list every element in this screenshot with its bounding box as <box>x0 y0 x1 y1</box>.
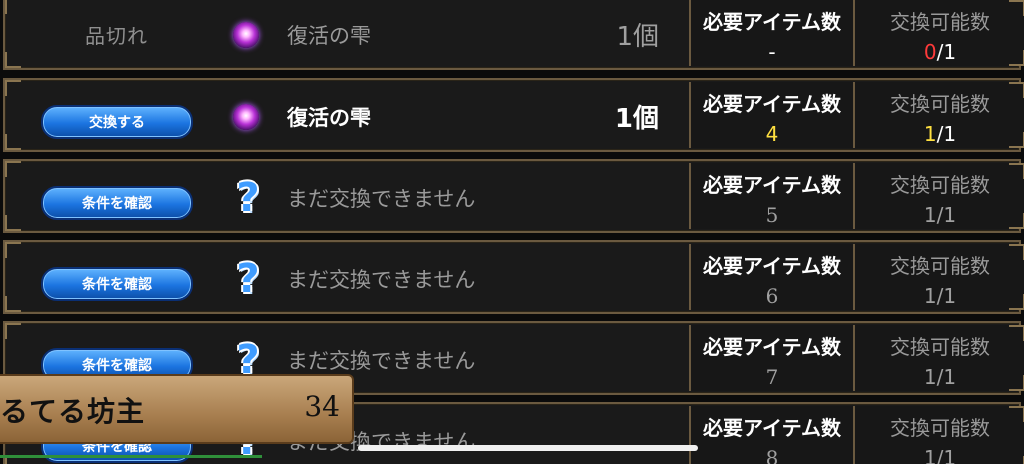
required-items-cell: 必要アイテム数 5 <box>689 163 853 229</box>
exchangeable-count-value: 1/1 <box>855 284 1024 308</box>
required-items-label: 必要アイテム数 <box>703 173 841 197</box>
exchangeable-count-cell: 交換可能数 1/1 <box>853 325 1024 391</box>
orb-icon <box>233 22 259 48</box>
row-frame: 交換する 復活の雫 1個 必要アイテム数 4 交換可能数 1/1 <box>3 78 1024 152</box>
exchange-row: 条件を確認? まだ交換できません 必要アイテム数 5 交換可能数 1/1 <box>0 157 1024 235</box>
exchangeable-total: /1 <box>936 40 957 64</box>
frame-corner <box>5 458 21 464</box>
exchangeable-count-value: 0/1 <box>855 40 1024 64</box>
frame-corner <box>5 0 21 14</box>
item-quantity: 1個 <box>614 104 659 134</box>
required-items-value: - <box>768 40 776 64</box>
exchangeable-remaining: 1 <box>923 446 937 464</box>
home-indicator[interactable] <box>358 445 698 451</box>
exchangeable-total: /1 <box>936 203 957 227</box>
exchangeable-count-cell: 交換可能数 0/1 <box>853 0 1024 66</box>
status-label: 品切れ <box>85 24 148 48</box>
exchangeable-count-label: 交換可能数 <box>890 10 990 34</box>
frame-corner <box>5 161 21 177</box>
exchangeable-count-value: 1/1 <box>855 122 1024 146</box>
exchangeable-count-value: 1/1 <box>855 365 1024 389</box>
player-name: るてる坊主 <box>0 395 146 428</box>
exchangeable-count-label: 交換可能数 <box>890 173 990 197</box>
required-items-cell: 必要アイテム数 4 <box>689 82 853 148</box>
frame-corner <box>5 242 21 258</box>
required-items-value: 4 <box>765 122 779 146</box>
required-items-label: 必要アイテム数 <box>703 335 841 359</box>
question-icon: ? <box>236 256 260 302</box>
required-items-value: 7 <box>765 365 779 389</box>
row-frame: 品切れ 復活の雫 1個 必要アイテム数 - 交換可能数 0/1 <box>3 0 1024 70</box>
item-name: まだ交換できません <box>287 187 476 211</box>
required-items-cell: 必要アイテム数 8 <box>689 406 853 464</box>
exchange-row: 条件を確認? まだ交換できません 必要アイテム数 6 交換可能数 1/1 <box>0 238 1024 316</box>
required-items-cell: 必要アイテム数 - <box>689 0 853 66</box>
required-items-cell: 必要アイテム数 7 <box>689 325 853 391</box>
exchangeable-total: /1 <box>936 446 957 464</box>
exchangeable-total: /1 <box>936 284 957 308</box>
required-items-value: 8 <box>765 446 779 464</box>
required-items-label: 必要アイテム数 <box>703 254 841 278</box>
exchangeable-count-cell: 交換可能数 1/1 <box>853 82 1024 148</box>
exchangeable-remaining: 1 <box>923 203 937 227</box>
row-frame: 条件を確認? まだ交換できません 必要アイテム数 5 交換可能数 1/1 <box>3 159 1024 233</box>
frame-corner <box>5 296 21 312</box>
exchangeable-count-value: 1/1 <box>855 203 1024 227</box>
exchangeable-count-cell: 交換可能数 1/1 <box>853 163 1024 229</box>
frame-corner <box>5 80 21 96</box>
check-conditions-button[interactable]: 条件を確認 <box>41 186 193 220</box>
required-items-value: 5 <box>765 203 779 227</box>
exchangeable-count-cell: 交換可能数 1/1 <box>853 406 1024 464</box>
required-items-label: 必要アイテム数 <box>703 10 841 34</box>
exchangeable-count-label: 交換可能数 <box>890 254 990 278</box>
row-frame: 条件を確認? まだ交換できません 必要アイテム数 6 交換可能数 1/1 <box>3 240 1024 314</box>
required-items-value: 6 <box>765 284 779 308</box>
frame-corner <box>5 134 21 150</box>
player-banner: るてる坊主 34 <box>0 374 354 444</box>
item-name: まだ交換できません <box>287 349 476 373</box>
required-items-label: 必要アイテム数 <box>703 92 841 116</box>
exchange-row: 品切れ 復活の雫 1個 必要アイテム数 - 交換可能数 0/1 <box>0 0 1024 72</box>
frame-corner <box>5 215 21 231</box>
exchange-row: 交換する 復活の雫 1個 必要アイテム数 4 交換可能数 1/1 <box>0 76 1024 154</box>
exchangeable-remaining: 1 <box>923 122 937 146</box>
item-name: 復活の雫 <box>287 106 371 130</box>
check-conditions-button[interactable]: 条件を確認 <box>41 267 193 301</box>
required-items-cell: 必要アイテム数 6 <box>689 244 853 310</box>
item-name: 復活の雫 <box>287 24 371 48</box>
item-quantity: 1個 <box>616 22 659 52</box>
question-icon: ? <box>236 175 260 221</box>
exchangeable-count-label: 交換可能数 <box>890 416 990 440</box>
player-score: 34 <box>304 390 340 423</box>
exchangeable-remaining: 0 <box>923 40 937 64</box>
required-items-label: 必要アイテム数 <box>703 416 841 440</box>
exchangeable-count-label: 交換可能数 <box>890 335 990 359</box>
exchange-button[interactable]: 交換する <box>41 105 193 139</box>
frame-corner <box>5 323 21 339</box>
exchangeable-count-cell: 交換可能数 1/1 <box>853 244 1024 310</box>
item-name: まだ交換できません <box>287 268 476 292</box>
exchangeable-count-label: 交換可能数 <box>890 92 990 116</box>
exchangeable-total: /1 <box>936 122 957 146</box>
orb-icon <box>233 104 259 130</box>
exchangeable-remaining: 1 <box>923 284 937 308</box>
progress-line <box>0 455 262 458</box>
exchangeable-count-value: 1/1 <box>855 446 1024 464</box>
exchangeable-total: /1 <box>936 365 957 389</box>
frame-corner <box>5 52 21 68</box>
exchangeable-remaining: 1 <box>923 365 937 389</box>
